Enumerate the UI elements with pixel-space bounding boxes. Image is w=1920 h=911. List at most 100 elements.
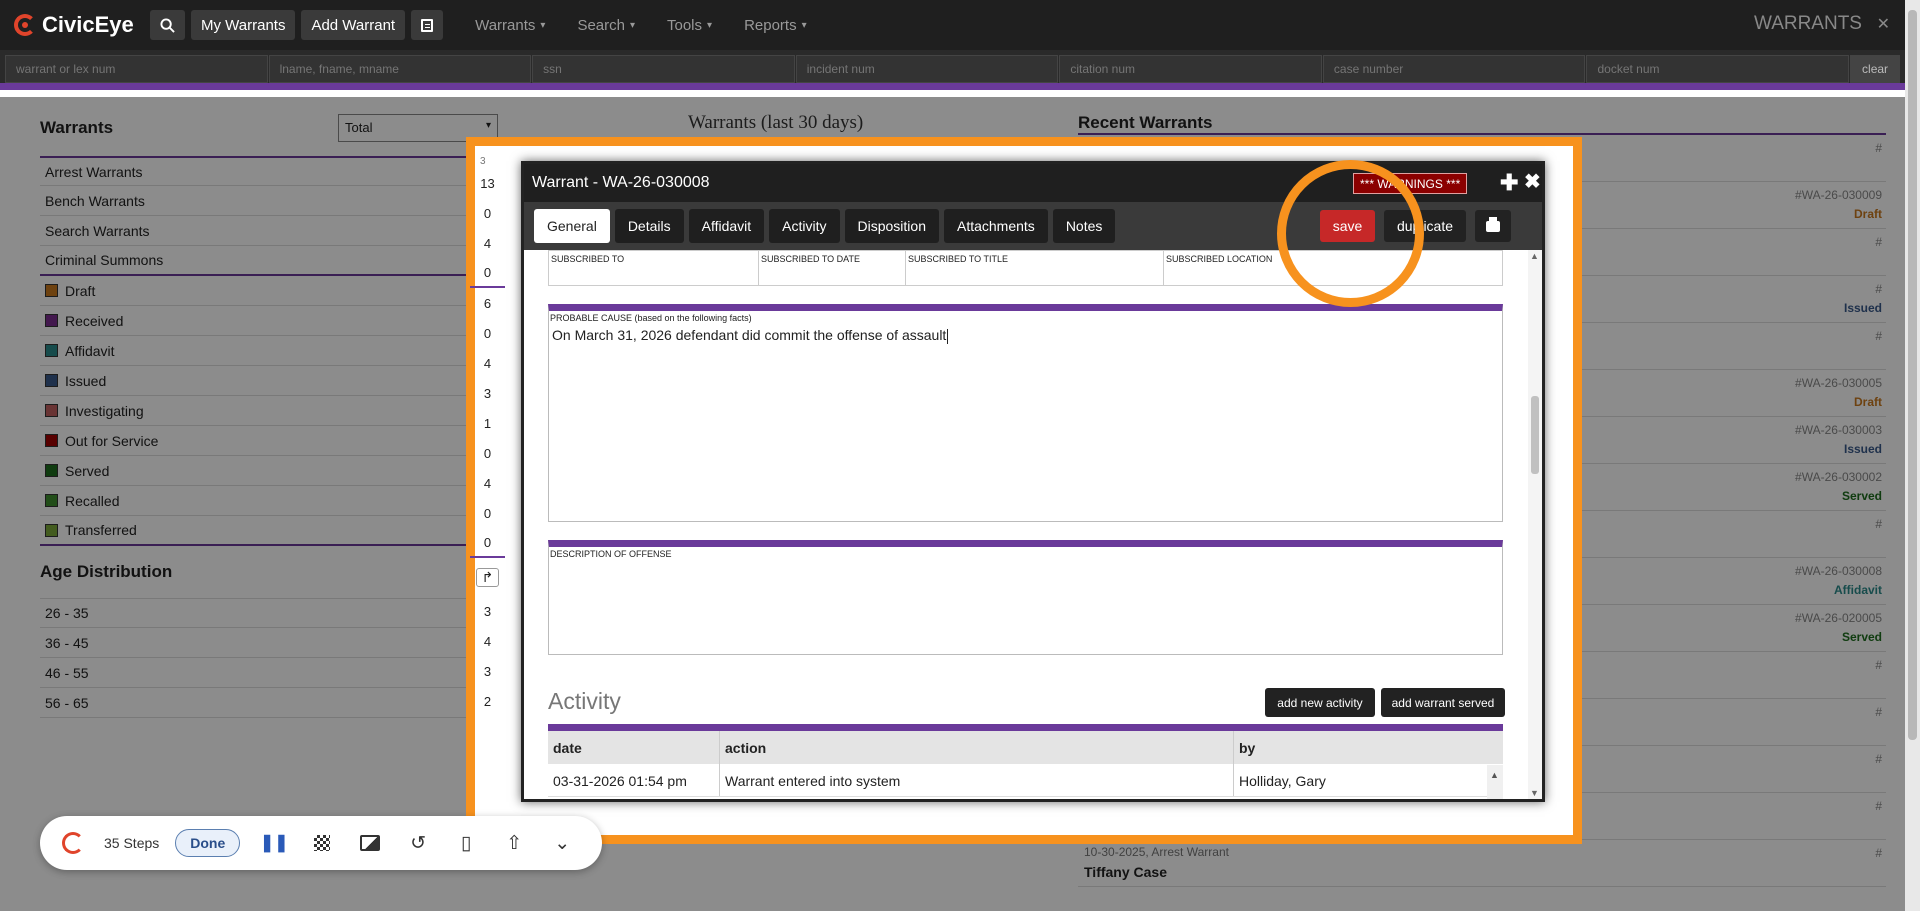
brand-logo[interactable]: CivicEye: [14, 12, 144, 38]
count-value: 0: [470, 528, 505, 558]
warrant-num-input[interactable]: [5, 55, 268, 83]
count-value: 0: [483, 205, 492, 221]
my-warrants-button[interactable]: My Warrants: [191, 10, 296, 40]
caret-down-icon: ▾: [801, 19, 807, 31]
highlight-ring: [1277, 160, 1424, 307]
age-count-value: 2: [483, 693, 492, 709]
search-button[interactable]: [150, 10, 185, 40]
activity-by: Holliday, Gary: [1239, 773, 1326, 789]
citation-num-input[interactable]: [1059, 55, 1322, 83]
tab-attachments[interactable]: Attachments: [943, 209, 1048, 243]
count-value: 4: [483, 355, 492, 371]
age-count-value: 4: [483, 633, 492, 649]
count-value: 1: [483, 415, 492, 431]
tab-disposition[interactable]: Disposition: [844, 209, 939, 243]
pause-icon[interactable]: ❚❚: [260, 829, 289, 857]
count-value: 4: [483, 475, 492, 491]
count-value: 0: [483, 325, 492, 341]
brand-name: CivicEye: [42, 12, 134, 37]
page-scrollbar-thumb[interactable]: [1908, 10, 1917, 740]
age-count-value: 3: [483, 603, 492, 619]
upload-icon[interactable]: ⇧: [500, 829, 528, 857]
incident-num-input[interactable]: [795, 55, 1059, 83]
clear-button[interactable]: clear: [1850, 55, 1901, 83]
chevron-down-icon[interactable]: ⌄: [548, 829, 576, 857]
add-warrant-served-button[interactable]: add warrant served: [1381, 688, 1505, 717]
image-icon[interactable]: [356, 829, 384, 857]
activity-table-header: date action by: [548, 731, 1503, 764]
tab-activity[interactable]: Activity: [769, 209, 840, 243]
modal-body: subscribed to subscribed to date subscri…: [524, 250, 1542, 799]
close-icon[interactable]: ✖: [1524, 169, 1541, 194]
share-button[interactable]: ↱: [470, 558, 505, 596]
strip-top: 3: [480, 155, 486, 167]
recorder-logo-icon: [62, 832, 84, 854]
menu-search[interactable]: Search ▾: [577, 17, 635, 34]
caret-down-icon: ▾: [629, 19, 635, 31]
app-close-icon[interactable]: ✕: [1877, 14, 1890, 34]
count-value: 0: [483, 445, 492, 461]
list-icon: [421, 18, 434, 32]
case-number-input[interactable]: [1322, 55, 1586, 83]
step-recorder-bar: 35 Steps Done ❚❚ ↺ ▯ ⇧ ⌄: [40, 816, 602, 870]
tab-details[interactable]: Details: [614, 209, 684, 243]
menu-warrants-label: Warrants: [475, 16, 536, 34]
scroll-up-icon[interactable]: ▲: [1530, 251, 1539, 261]
activity-heading: Activity: [548, 688, 621, 714]
modal-scrollbar-thumb[interactable]: [1531, 396, 1539, 474]
description-of-offense-field[interactable]: DESCRIPTION OF OFFENSE: [548, 540, 1503, 655]
description-of-offense-label: DESCRIPTION OF OFFENSE: [550, 549, 672, 559]
name-input[interactable]: [268, 55, 532, 83]
undo-icon[interactable]: ↺: [404, 829, 432, 857]
docket-num-input[interactable]: [1586, 55, 1850, 83]
top-navbar: CivicEye My Warrants Add Warrant Warrant…: [0, 0, 1920, 50]
printer-icon: [1486, 216, 1500, 232]
subscribed-to-field[interactable]: subscribed to: [549, 251, 759, 285]
age-count-value: 3: [483, 663, 492, 679]
menu-tools-label: Tools: [667, 16, 703, 34]
subscribed-to-date-field[interactable]: subscribed to date: [759, 251, 906, 285]
caret-down-icon: ▾: [707, 19, 713, 31]
clipboard-icon[interactable]: ▯: [452, 829, 480, 857]
app-title: WARRANTS: [1753, 13, 1862, 34]
add-new-activity-button[interactable]: add new activity: [1265, 688, 1375, 717]
blur-icon[interactable]: [308, 829, 336, 857]
tab-general[interactable]: General: [534, 209, 610, 243]
print-button[interactable]: [1475, 210, 1511, 242]
page-scrollbar[interactable]: [1905, 0, 1920, 911]
col-action[interactable]: action: [720, 731, 1234, 764]
done-button[interactable]: Done: [175, 829, 241, 857]
add-warrant-button[interactable]: Add Warrant: [301, 10, 406, 40]
table-scrollbar[interactable]: ▲: [1487, 765, 1503, 799]
menu-tools[interactable]: Tools ▾: [667, 17, 712, 34]
subscribed-to-title-field[interactable]: subscribed to title: [906, 251, 1164, 285]
activity-table: date action by 03-31-2026 01:54 pm Warra…: [548, 724, 1503, 797]
probable-cause-field[interactable]: PROBABLE CAUSE (based on the following f…: [548, 304, 1503, 522]
menu-search-label: Search: [577, 16, 625, 34]
menu-warrants[interactable]: Warrants ▾: [475, 17, 545, 34]
ssn-input[interactable]: [532, 55, 795, 83]
quick-search-bar: clear: [0, 50, 1905, 90]
share-icon: ↱: [475, 567, 500, 587]
plus-icon[interactable]: ✚: [1500, 170, 1518, 196]
menu-reports[interactable]: Reports ▾: [744, 17, 807, 34]
scroll-down-icon[interactable]: ▼: [1530, 788, 1539, 798]
activity-action: Warrant entered into system: [720, 764, 1234, 796]
col-date[interactable]: date: [548, 731, 720, 764]
tab-notes[interactable]: Notes: [1052, 209, 1116, 243]
scroll-up-icon[interactable]: ▲: [1487, 770, 1499, 780]
table-row[interactable]: 03-31-2026 01:54 pm Warrant entered into…: [548, 764, 1503, 797]
list-button[interactable]: [411, 10, 444, 40]
col-by[interactable]: by: [1234, 731, 1483, 764]
search-icon: [160, 17, 175, 33]
count-value: 0: [470, 258, 505, 288]
civiceye-logo-icon: [14, 14, 36, 36]
modal-scrollbar[interactable]: ▲ ▼: [1528, 250, 1542, 799]
count-value: 4: [483, 235, 492, 251]
activity-date: 03-31-2026 01:54 pm: [548, 764, 720, 796]
caret-down-icon: ▾: [540, 19, 546, 31]
probable-cause-text[interactable]: On March 31, 2026 defendant did commit t…: [549, 325, 1502, 346]
tab-affidavit[interactable]: Affidavit: [688, 209, 765, 243]
count-value: 13: [480, 175, 495, 191]
count-value: 0: [483, 505, 492, 521]
